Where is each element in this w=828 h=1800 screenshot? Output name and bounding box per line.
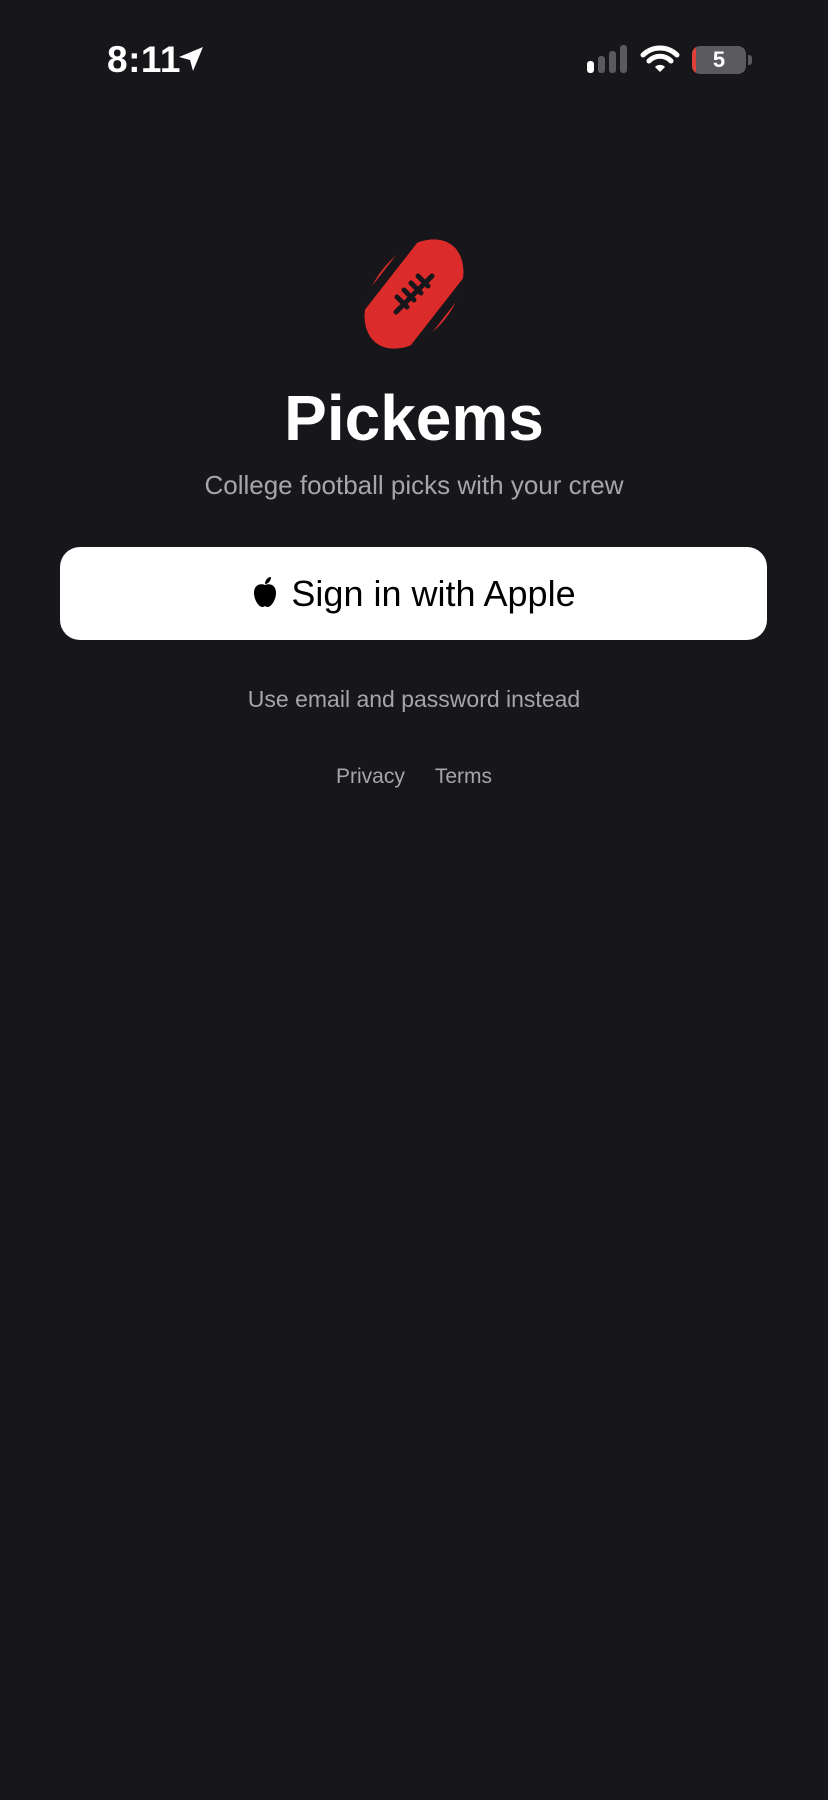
football-icon [350, 230, 478, 358]
battery-level: 5 [712, 47, 726, 72]
wifi-icon [640, 45, 680, 72]
app-tagline: College football picks with your crew [204, 470, 624, 500]
status-bar: 8:11 5 [0, 0, 828, 120]
sign-in-with-apple-button[interactable]: Sign in with Apple [60, 547, 767, 640]
app-title: Pickems [284, 382, 544, 454]
privacy-link[interactable]: Privacy [336, 761, 405, 793]
battery-body: 5 [692, 46, 746, 74]
battery-icon: 5 [692, 46, 752, 74]
battery-cap [748, 55, 752, 65]
status-time: 8:11 [107, 39, 182, 80]
footer-links: Privacy Terms [0, 761, 828, 793]
cellular-signal-icon [587, 45, 627, 73]
use-email-password-link[interactable]: Use email and password instead [0, 682, 828, 716]
location-arrow-icon [179, 47, 203, 71]
terms-link[interactable]: Terms [435, 761, 492, 793]
sign-in-with-apple-label: Sign in with Apple [291, 572, 576, 614]
apple-logo-icon [254, 576, 277, 607]
